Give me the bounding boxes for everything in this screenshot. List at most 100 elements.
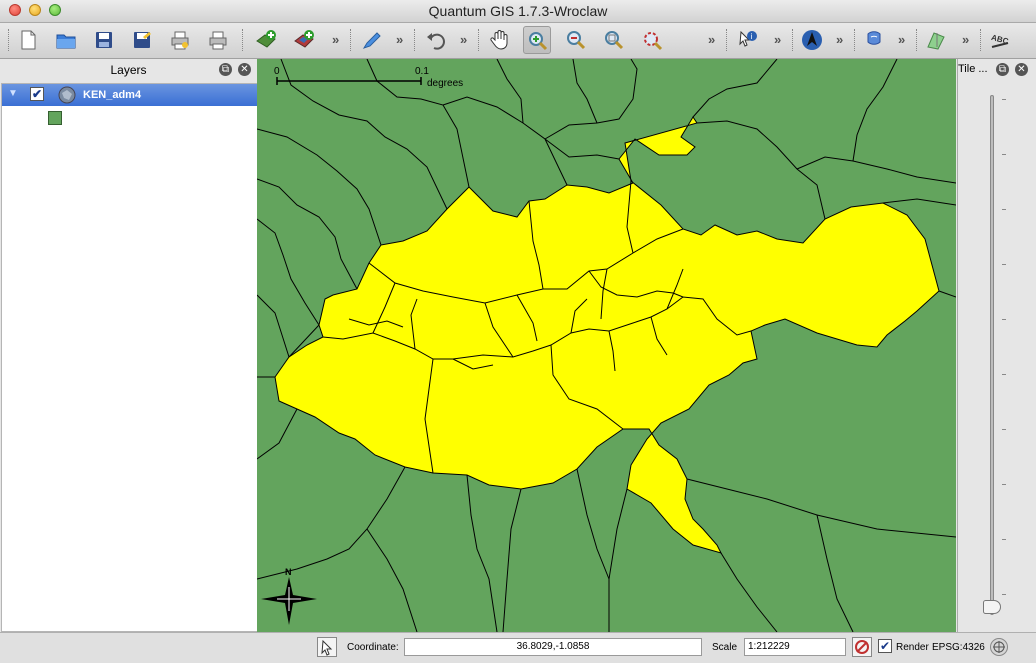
tile-scale-panel: Tile ... ⧉ ✕ bbox=[957, 59, 1036, 632]
svg-text:i: i bbox=[751, 32, 753, 41]
scale-bar-unit: degrees bbox=[427, 78, 463, 89]
toolbar-overflow-icon[interactable]: » bbox=[708, 32, 715, 47]
zoom-last-button[interactable] bbox=[638, 26, 666, 54]
window-title: Quantum GIS 1.7.3-Wroclaw bbox=[428, 3, 608, 19]
toolbar-overflow-icon[interactable]: » bbox=[836, 32, 843, 47]
new-project-icon bbox=[21, 30, 36, 50]
open-project-button[interactable] bbox=[52, 26, 80, 54]
python-console-button[interactable] bbox=[860, 26, 888, 54]
print-composer-icon bbox=[171, 31, 189, 50]
zoom-in-button[interactable] bbox=[523, 26, 551, 54]
map-canvas[interactable]: 0 0.1 degrees N bbox=[257, 59, 956, 632]
scale-bar-line bbox=[276, 77, 422, 85]
vector-layer-icon bbox=[58, 86, 76, 107]
digitize-button[interactable] bbox=[358, 26, 386, 54]
zoom-out-icon bbox=[567, 31, 586, 50]
north-arrow-icon bbox=[802, 30, 822, 50]
toolbar-handle[interactable] bbox=[916, 29, 921, 51]
float-panel-button[interactable]: ⧉ bbox=[996, 63, 1009, 76]
toolbar-overflow-icon[interactable]: » bbox=[898, 32, 905, 47]
toolbar-handle[interactable] bbox=[8, 29, 13, 51]
scale-slider-handle[interactable] bbox=[983, 600, 1001, 614]
scale-slider-ticks bbox=[1002, 99, 1006, 609]
toolbar-overflow-icon[interactable]: » bbox=[396, 32, 403, 47]
gps-icon bbox=[927, 32, 945, 50]
scale-field[interactable]: 1:212229 bbox=[744, 638, 846, 656]
stop-render-button[interactable] bbox=[852, 637, 872, 657]
title-bar: Quantum GIS 1.7.3-Wroclaw bbox=[0, 0, 1036, 23]
undo-icon bbox=[427, 33, 445, 50]
coordinate-label: Coordinate: bbox=[347, 642, 399, 653]
crs-label[interactable]: EPSG:4326 bbox=[932, 642, 985, 653]
pan-icon bbox=[490, 30, 508, 50]
crs-globe-icon bbox=[993, 641, 1005, 653]
layers-panel: Layers ⧉ ✕ ▼ ✔ KEN_adm4 bbox=[0, 59, 258, 632]
north-label: N bbox=[285, 567, 292, 577]
identify-icon: i bbox=[739, 30, 757, 47]
status-bar: Coordinate: 36.8029,-1.0858 Scale 1:2122… bbox=[0, 632, 1036, 663]
toolbar-handle[interactable] bbox=[478, 29, 483, 51]
coordinate-field[interactable]: 36.8029,-1.0858 bbox=[404, 638, 702, 656]
python-icon bbox=[867, 31, 881, 45]
toolbar-overflow-icon[interactable]: » bbox=[774, 32, 781, 47]
expand-arrow-icon[interactable]: ▼ bbox=[8, 88, 18, 99]
float-panel-button[interactable]: ⧉ bbox=[219, 63, 232, 76]
save-project-button[interactable] bbox=[90, 26, 118, 54]
zoom-out-button[interactable] bbox=[562, 26, 590, 54]
digitize-icon bbox=[362, 32, 381, 49]
add-vector-layer-icon bbox=[256, 30, 276, 48]
add-raster-layer-button[interactable] bbox=[290, 26, 318, 54]
save-as-button[interactable] bbox=[128, 26, 156, 54]
save-project-icon bbox=[96, 32, 112, 48]
scale-bar-end: 0.1 bbox=[415, 66, 429, 77]
toolbar-overflow-icon[interactable]: » bbox=[332, 32, 339, 47]
label-button[interactable]: ABC bbox=[986, 26, 1014, 54]
tile-panel-title: Tile ... bbox=[958, 63, 988, 75]
print-icon bbox=[209, 31, 227, 50]
scale-bar: 0 0.1 degrees bbox=[274, 66, 463, 89]
toolbar-handle[interactable] bbox=[414, 29, 419, 51]
main-toolbar: » » » » i » » » » ABC bbox=[0, 23, 1036, 59]
toggle-extents-button[interactable] bbox=[317, 637, 337, 657]
new-project-button[interactable] bbox=[14, 26, 42, 54]
close-panel-button[interactable]: ✕ bbox=[238, 63, 251, 76]
add-vector-layer-button[interactable] bbox=[252, 26, 280, 54]
pan-button[interactable] bbox=[486, 26, 514, 54]
highlighted-region[interactable] bbox=[274, 116, 940, 554]
toolbar-handle[interactable] bbox=[854, 29, 859, 51]
layer-row-ken-adm4[interactable]: ▼ ✔ KEN_adm4 bbox=[2, 84, 257, 106]
toolbar-handle[interactable] bbox=[242, 29, 247, 51]
open-project-icon bbox=[56, 34, 76, 49]
layer-symbol-swatch[interactable] bbox=[48, 111, 62, 125]
toolbar-overflow-icon[interactable]: » bbox=[962, 32, 969, 47]
close-panel-button[interactable]: ✕ bbox=[1015, 63, 1028, 76]
toolbar-overflow-icon[interactable]: » bbox=[460, 32, 467, 47]
print-button[interactable] bbox=[204, 26, 232, 54]
scale-bar-start: 0 bbox=[274, 66, 280, 77]
gps-button[interactable] bbox=[922, 26, 950, 54]
layer-name: KEN_adm4 bbox=[83, 89, 142, 101]
toolbar-handle[interactable] bbox=[980, 29, 985, 51]
mouse-pointer-icon bbox=[321, 639, 333, 656]
toolbar-handle[interactable] bbox=[726, 29, 731, 51]
render-checkbox[interactable]: ✔ bbox=[878, 639, 892, 653]
north-arrow-button[interactable] bbox=[798, 26, 826, 54]
zoom-full-button[interactable] bbox=[600, 26, 628, 54]
zoom-full-icon bbox=[605, 31, 624, 50]
layer-tree: ▼ ✔ KEN_adm4 bbox=[1, 83, 258, 632]
print-composer-button[interactable] bbox=[166, 26, 194, 54]
save-as-icon bbox=[134, 32, 151, 48]
scale-slider-track[interactable] bbox=[990, 95, 994, 615]
undo-button[interactable] bbox=[422, 26, 450, 54]
projection-button[interactable] bbox=[990, 638, 1008, 656]
toolbar-handle[interactable] bbox=[350, 29, 355, 51]
label-icon: ABC bbox=[990, 33, 1010, 48]
zoom-last-icon bbox=[644, 32, 663, 51]
scale-label: Scale bbox=[712, 642, 738, 653]
layer-visibility-checkbox[interactable]: ✔ bbox=[30, 87, 44, 101]
toolbar-handle[interactable] bbox=[792, 29, 797, 51]
zoom-in-icon bbox=[529, 32, 548, 51]
add-raster-layer-icon bbox=[294, 30, 314, 48]
identify-button[interactable]: i bbox=[734, 26, 762, 54]
render-label: Render bbox=[896, 642, 929, 653]
